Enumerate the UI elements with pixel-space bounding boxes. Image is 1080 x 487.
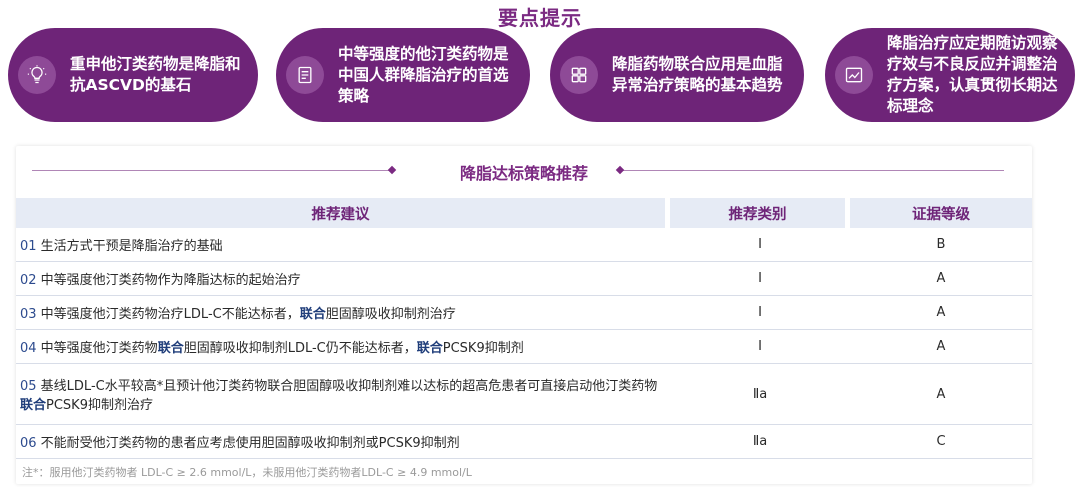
recommendation-cell: 02 中等强度他汀类药物作为降脂达标的起始治疗 xyxy=(16,262,670,296)
highlight-text: 联合 xyxy=(157,341,184,356)
recommendation-cell: 05 基线LDL-C水平较高*且预计他汀类药物联合胆固醇吸收抑制剂难以达标的超高… xyxy=(16,364,670,425)
lightbulb-icon xyxy=(18,56,56,94)
evidence-level: C xyxy=(850,425,1032,459)
recommendation-class: Ⅱa xyxy=(670,364,850,425)
recommendation-class: I xyxy=(670,330,850,364)
page-title: 要点提示 xyxy=(498,6,582,30)
recommendation-text: 生活方式干预是降脂治疗的基础 xyxy=(36,239,223,254)
recommendation-class: I xyxy=(670,296,850,330)
key-point-card-3: 降脂药物联合应用是血脂异常治疗策略的基本趋势 xyxy=(550,28,804,122)
highlight-text: 联合 xyxy=(299,307,326,322)
table-row: 04 中等强度他汀类药物联合胆固醇吸收抑制剂LDL-C仍不能达标者，联合PCSK… xyxy=(16,330,1032,364)
recommendation-text: 胆固醇吸收抑制剂治疗 xyxy=(325,307,456,322)
row-number: 02 xyxy=(20,273,37,288)
recommendation-text: 不能耐受他汀类药物的患者应考虑使用胆固醇吸收抑制剂或PCSK9抑制剂 xyxy=(36,436,460,451)
key-point-text: 重申他汀类药物是降脂和抗ASCVD的基石 xyxy=(70,55,241,94)
recommendation-class: I xyxy=(670,262,850,296)
highlight-text: 联合 xyxy=(416,341,443,356)
table-row: 05 基线LDL-C水平较高*且预计他汀类药物联合胆固醇吸收抑制剂难以达标的超高… xyxy=(16,364,1032,425)
table-row: 03 中等强度他汀类药物治疗LDL-C不能达标者，联合胆固醇吸收抑制剂治疗 I A xyxy=(16,296,1032,330)
evidence-level: A xyxy=(850,262,1032,296)
recommendation-class: I xyxy=(670,228,850,262)
row-number: 03 xyxy=(20,307,37,322)
key-point-card-4: 降脂治疗应定期随访观察疗效与不良反应并调整治疗方案，认真贯彻长期达标理念 xyxy=(825,28,1075,122)
strategy-panel: 降脂达标策略推荐 推荐建议 推荐类别 证据等级 01 生活方式干预是降脂治疗的基… xyxy=(16,146,1032,484)
footnote: 注*：服用他汀类药物者 LDL-C ≥ 2.6 mmol/L，未服用他汀类药物者… xyxy=(22,466,472,479)
key-points: 重申他汀类药物是降脂和抗ASCVD的基石 中等强度的他汀类药物是中国人群降脂治疗… xyxy=(0,28,1080,124)
recommendation-table: 推荐建议 推荐类别 证据等级 01 生活方式干预是降脂治疗的基础 I B 02 中等强… xyxy=(16,198,1032,459)
recommendation-class: Ⅱa xyxy=(670,425,850,459)
highlight-text: 联合 xyxy=(20,398,47,413)
row-number: 05 xyxy=(20,379,37,394)
recommendation-text: 中等强度他汀类药物作为降脂达标的起始治疗 xyxy=(36,273,301,288)
recommendation-cell: 03 中等强度他汀类药物治疗LDL-C不能达标者，联合胆固醇吸收抑制剂治疗 xyxy=(16,296,670,330)
header-recommendation: 推荐建议 xyxy=(16,198,670,228)
table-row: 02 中等强度他汀类药物作为降脂达标的起始治疗 I A xyxy=(16,262,1032,296)
key-point-text: 降脂药物联合应用是血脂异常治疗策略的基本趋势 xyxy=(612,55,783,94)
row-number: 04 xyxy=(20,341,37,356)
table-header-row: 推荐建议 推荐类别 证据等级 xyxy=(16,198,1032,228)
row-number: 01 xyxy=(20,239,37,254)
recommendation-text: PCSK9抑制剂 xyxy=(442,341,524,356)
key-point-card-2: 中等强度的他汀类药物是中国人群降脂治疗的首选策略 xyxy=(276,28,530,122)
recommendation-text: PCSK9抑制剂治疗 xyxy=(46,398,153,413)
evidence-level: B xyxy=(850,228,1032,262)
key-point-text: 中等强度的他汀类药物是中国人群降脂治疗的首选策略 xyxy=(338,44,509,105)
header-level: 证据等级 xyxy=(850,198,1032,228)
evidence-level: A xyxy=(850,330,1032,364)
trend-chart-icon xyxy=(835,56,873,94)
recommendation-cell: 01 生活方式干预是降脂治疗的基础 xyxy=(16,228,670,262)
recommendation-cell: 06 不能耐受他汀类药物的患者应考虑使用胆固醇吸收抑制剂或PCSK9抑制剂 xyxy=(16,425,670,459)
recommendation-cell: 04 中等强度他汀类药物联合胆固醇吸收抑制剂LDL-C仍不能达标者，联合PCSK… xyxy=(16,330,670,364)
document-list-icon xyxy=(286,56,324,94)
recommendation-text: 中等强度他汀类药物治疗LDL-C不能达标者， xyxy=(36,307,300,322)
table-row: 01 生活方式干预是降脂治疗的基础 I B xyxy=(16,228,1032,262)
evidence-level: A xyxy=(850,364,1032,425)
key-point-text: 降脂治疗应定期随访观察疗效与不良反应并调整治疗方案，认真贯彻长期达标理念 xyxy=(887,34,1058,115)
key-point-card-1: 重申他汀类药物是降脂和抗ASCVD的基石 xyxy=(8,28,258,122)
header-class: 推荐类别 xyxy=(670,198,850,228)
title-divider-right xyxy=(615,165,1004,175)
recommendation-text: 胆固醇吸收抑制剂LDL-C仍不能达标者， xyxy=(183,341,417,356)
grid-icon xyxy=(560,56,598,94)
evidence-level: A xyxy=(850,296,1032,330)
recommendation-text: 基线LDL-C水平较高*且预计他汀类药物联合胆固醇吸收抑制剂难以达标的超高危患者… xyxy=(36,379,658,394)
section-title: 降脂达标策略推荐 xyxy=(459,164,588,183)
recommendation-text: 中等强度他汀类药物 xyxy=(36,341,158,356)
table-row: 06 不能耐受他汀类药物的患者应考虑使用胆固醇吸收抑制剂或PCSK9抑制剂 Ⅱa C xyxy=(16,425,1032,459)
row-number: 06 xyxy=(20,436,37,451)
